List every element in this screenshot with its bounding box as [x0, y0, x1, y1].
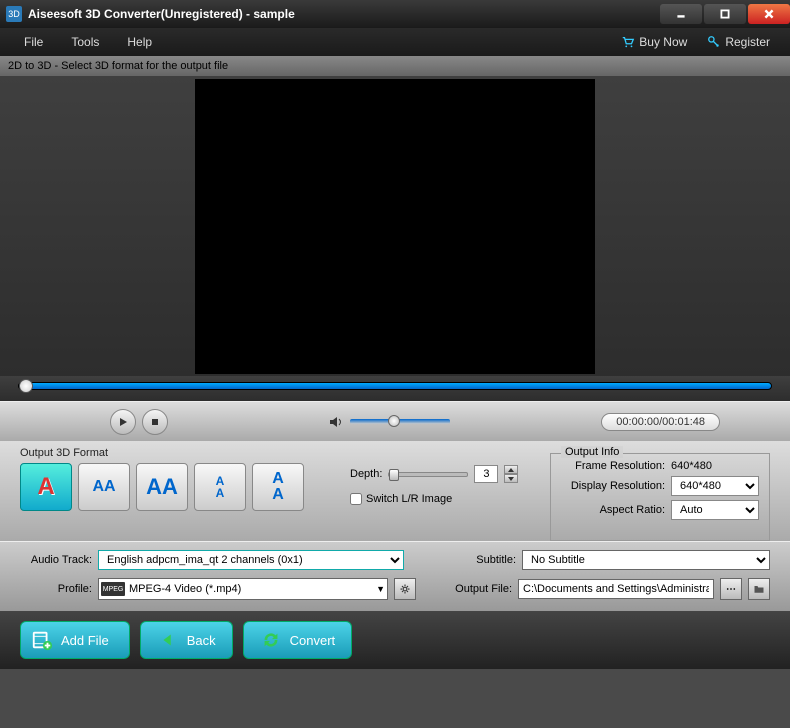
subtitle-select[interactable]: No Subtitle: [522, 550, 770, 570]
menu-help[interactable]: Help: [113, 35, 166, 49]
format-tb-full-button[interactable]: AA: [252, 463, 304, 511]
preview-area: [0, 76, 790, 376]
time-display: 00:00:00/00:01:48: [601, 413, 720, 431]
volume-thumb[interactable]: [388, 415, 400, 427]
folder-icon: [753, 583, 765, 595]
add-file-button[interactable]: Add File: [20, 621, 130, 659]
convert-button[interactable]: Convert: [243, 621, 353, 659]
display-res-label: Display Resolution:: [561, 480, 671, 492]
audio-track-label: Audio Track:: [20, 554, 92, 566]
depth-control: Depth: 3 Switch L/R Image: [350, 447, 540, 541]
film-plus-icon: [31, 629, 53, 651]
register-button[interactable]: Register: [697, 35, 780, 49]
depth-value[interactable]: 3: [474, 465, 498, 483]
video-preview: [195, 79, 595, 374]
close-button[interactable]: [748, 4, 790, 24]
seek-thumb[interactable]: [19, 379, 33, 393]
window-title: Aiseesoft 3D Converter(Unregistered) - s…: [28, 7, 658, 21]
format-sbs-half-button[interactable]: AA: [78, 463, 130, 511]
output-3d-format: Output 3D Format A AA AA AA AA: [20, 447, 340, 541]
key-icon: [707, 35, 721, 49]
depth-up-button[interactable]: [504, 465, 518, 474]
frame-res-value: 640*480: [671, 460, 759, 472]
seekbar[interactable]: [0, 376, 790, 401]
stop-button[interactable]: [142, 409, 168, 435]
profile-label: Profile:: [20, 583, 92, 595]
output-file-more-button[interactable]: ⋯: [720, 578, 742, 600]
info-bar: 2D to 3D - Select 3D format for the outp…: [0, 56, 790, 76]
play-button[interactable]: [110, 409, 136, 435]
menu-file[interactable]: File: [10, 35, 57, 49]
gear-icon: [399, 583, 411, 595]
settings-panel: Output 3D Format A AA AA AA AA Depth: 3 …: [0, 441, 790, 541]
app-logo-icon: 3D: [6, 6, 22, 22]
format-tb-half-button[interactable]: AA: [194, 463, 246, 511]
bottom-bar: Add File Back Convert: [0, 611, 790, 669]
aspect-ratio-select[interactable]: Auto: [671, 500, 759, 520]
lower-settings: Audio Track: English adpcm_ima_qt 2 chan…: [0, 541, 790, 611]
output-file-label: Output File:: [446, 583, 512, 595]
depth-thumb[interactable]: [389, 469, 399, 481]
arrow-left-icon: [157, 629, 179, 651]
format-anaglyph-button[interactable]: A: [20, 463, 72, 511]
refresh-icon: [260, 629, 282, 651]
profile-settings-button[interactable]: [394, 578, 416, 600]
depth-slider[interactable]: [388, 472, 468, 477]
frame-res-label: Frame Resolution:: [561, 460, 671, 472]
output-file-browse-button[interactable]: [748, 578, 770, 600]
profile-select[interactable]: MPEG MPEG-4 Video (*.mp4) ▼: [98, 578, 388, 600]
titlebar: 3D Aiseesoft 3D Converter(Unregistered) …: [0, 0, 790, 28]
cart-icon: [621, 35, 635, 49]
subtitle-label: Subtitle:: [456, 554, 516, 566]
volume-slider[interactable]: [350, 419, 450, 424]
menubar: File Tools Help Buy Now Register: [0, 28, 790, 56]
minimize-button[interactable]: [660, 4, 702, 24]
output-file-field[interactable]: [518, 579, 714, 599]
aspect-ratio-label: Aspect Ratio:: [561, 504, 671, 516]
back-button[interactable]: Back: [140, 621, 233, 659]
format-label: Output 3D Format: [20, 447, 340, 459]
audio-track-select[interactable]: English adpcm_ima_qt 2 channels (0x1): [98, 550, 404, 570]
buy-now-button[interactable]: Buy Now: [611, 35, 697, 49]
profile-badge-icon: MPEG: [101, 582, 125, 596]
speaker-icon[interactable]: [328, 414, 344, 430]
output-info-group: Output Info Frame Resolution: 640*480 Di…: [550, 453, 770, 541]
playback-controls: 00:00:00/00:01:48: [0, 401, 790, 441]
seek-track[interactable]: [18, 382, 772, 390]
display-res-select[interactable]: 640*480: [671, 476, 759, 496]
output-info-label: Output Info: [561, 446, 623, 458]
depth-label: Depth:: [350, 468, 382, 480]
switch-lr-checkbox[interactable]: [350, 493, 362, 505]
volume-control: [328, 414, 450, 430]
depth-down-button[interactable]: [504, 474, 518, 483]
format-sbs-full-button[interactable]: AA: [136, 463, 188, 511]
window-buttons: [658, 4, 790, 24]
menu-tools[interactable]: Tools: [57, 35, 113, 49]
switch-lr-label: Switch L/R Image: [366, 493, 452, 505]
maximize-button[interactable]: [704, 4, 746, 24]
